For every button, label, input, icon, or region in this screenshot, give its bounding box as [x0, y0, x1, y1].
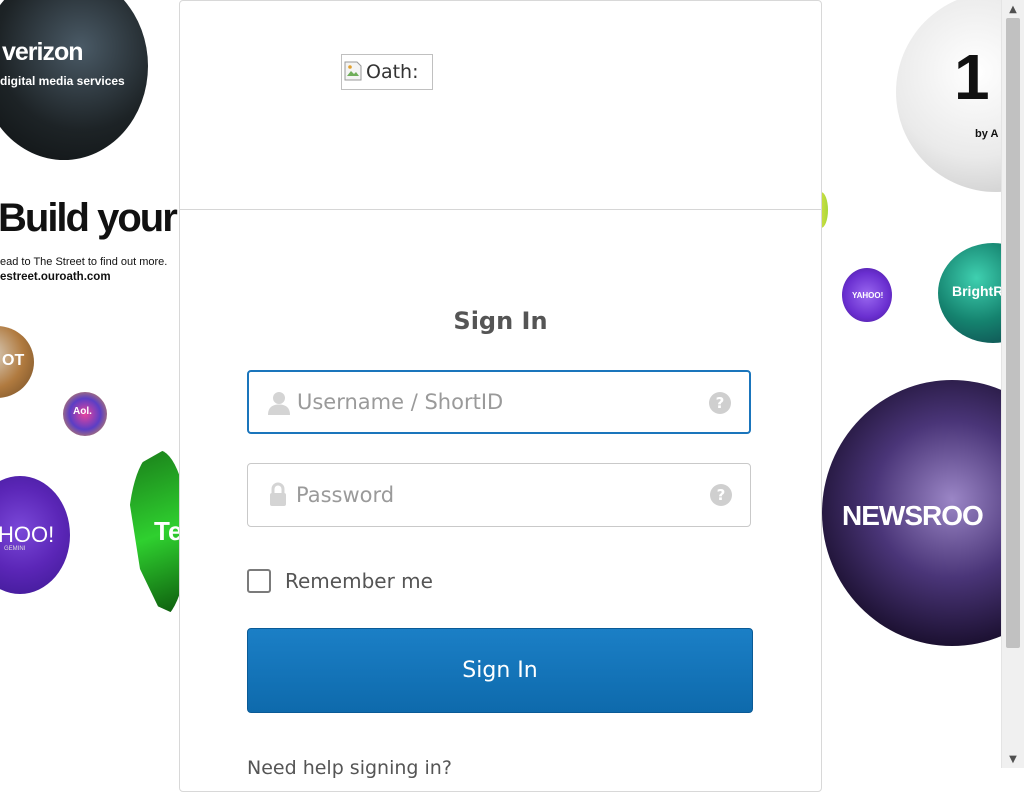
remember-me-label[interactable]: Remember me [285, 569, 433, 593]
newsroom-logo: NEWSROO [842, 500, 984, 531]
help-signing-in-link[interactable]: Need help signing in? [247, 757, 452, 779]
sign-in-button[interactable]: Sign In [247, 628, 753, 713]
remember-me-row[interactable]: Remember me [247, 567, 433, 595]
login-card: Oath: Sign In ? ? Remember me Sign In Ne… [179, 0, 822, 792]
vertical-scrollbar[interactable]: ▲ ▼ [1001, 0, 1024, 768]
verizon-logo: verizon [2, 38, 84, 66]
username-input[interactable] [297, 372, 697, 432]
build-url: estreet.ouroath.com [0, 271, 111, 283]
sign-in-heading: Sign In [453, 307, 548, 335]
verizon-tagline: digital media services [0, 74, 125, 88]
password-help-icon[interactable]: ? [710, 484, 732, 506]
brightroll-logo: BrightR [952, 283, 1004, 299]
yahoo-gemini-text: GEMINI [4, 546, 26, 552]
one-by-aol-subtext: by A [975, 128, 999, 140]
card-header: Oath: [180, 1, 821, 210]
aol-logo: Aol. [73, 406, 92, 417]
username-help-icon[interactable]: ? [709, 392, 731, 414]
build-subline: ead to The Street to find out more. [0, 256, 168, 268]
scroll-up-arrow-icon[interactable]: ▲ [1002, 0, 1024, 18]
password-field[interactable]: ? [247, 463, 751, 527]
scroll-down-arrow-icon[interactable]: ▼ [1002, 750, 1024, 768]
user-icon [266, 389, 292, 417]
password-input[interactable] [296, 464, 696, 526]
yahoo-small-logo: YAHOO! [852, 291, 884, 300]
broken-image-icon [344, 61, 364, 83]
yahoo-logo: HOO! [0, 522, 55, 547]
build-headline: Build your [0, 196, 178, 240]
one-by-aol-logo: 1 [954, 41, 990, 113]
lock-icon [265, 481, 291, 509]
remember-me-checkbox[interactable] [247, 569, 271, 593]
oath-logo-image: Oath: [341, 54, 433, 90]
oath-logo-alt-text: Oath: [366, 61, 419, 83]
scrollbar-thumb[interactable] [1006, 18, 1020, 648]
username-field[interactable]: ? [247, 370, 751, 434]
globe-text: OT [2, 352, 25, 369]
